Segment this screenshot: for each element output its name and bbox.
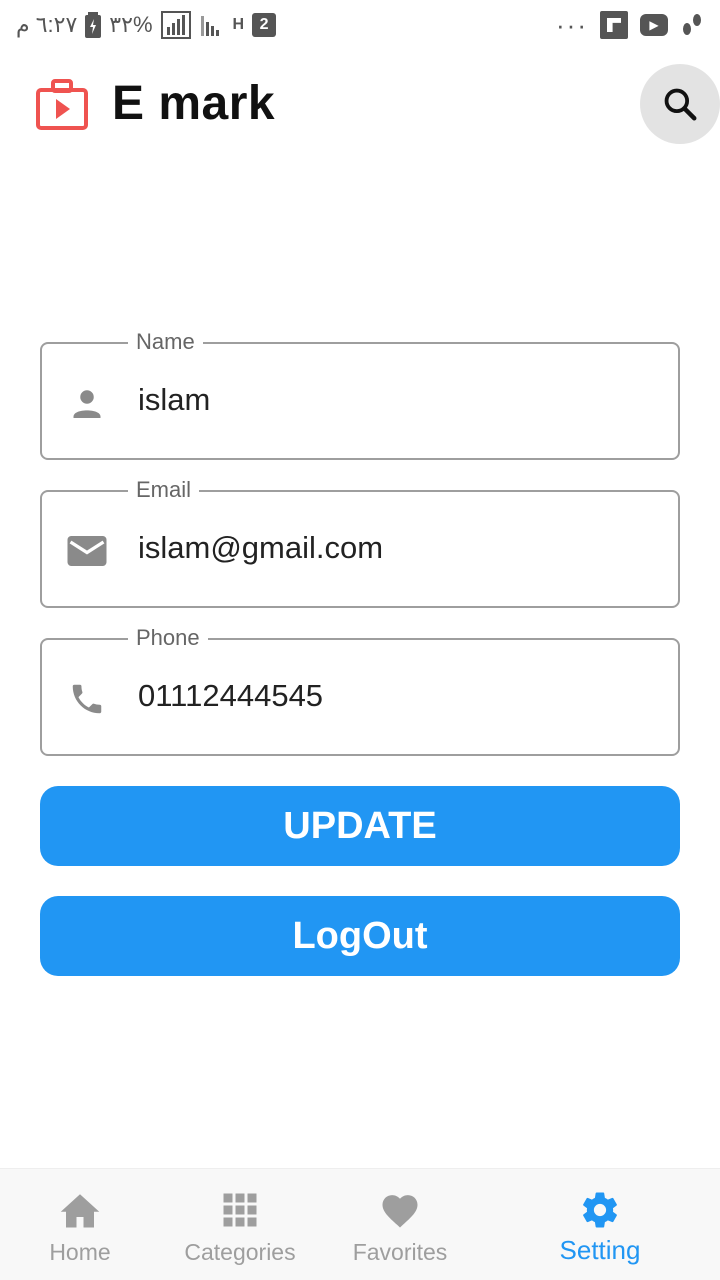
email-field[interactable]: Email islam@gmail.com	[40, 477, 680, 608]
app-logo-icon	[36, 79, 88, 130]
logout-button[interactable]: LogOut	[40, 896, 680, 976]
sim-badge: 2	[252, 13, 277, 37]
footsteps-icon	[683, 14, 701, 35]
nav-item-setting[interactable]: Setting	[520, 1169, 680, 1280]
nav-label-favorites: Favorites	[352, 1239, 448, 1265]
flipboard-icon	[600, 11, 628, 39]
name-label: Name	[128, 329, 203, 355]
phone-field[interactable]: Phone 01112444545	[40, 625, 680, 756]
update-button[interactable]: UPDATE	[40, 786, 680, 866]
search-button[interactable]	[640, 64, 720, 144]
phone-icon	[66, 678, 108, 720]
app-bar: E mark	[0, 56, 720, 152]
bottom-nav: Home Categories Favorites Setting	[0, 1168, 720, 1280]
nav-item-favorites[interactable]: Favorites	[320, 1169, 480, 1280]
nav-label-categories: Categories	[184, 1239, 296, 1265]
search-icon	[664, 88, 697, 121]
nav-label-setting: Setting	[559, 1235, 641, 1265]
clock: ٦:٢٧ م	[16, 12, 78, 37]
email-label: Email	[128, 477, 200, 503]
youtube-icon: ▶	[640, 14, 668, 36]
more-dots: ···	[556, 9, 588, 40]
phone-label: Phone	[128, 625, 208, 651]
network-type: H	[232, 16, 245, 33]
nav-label-home: Home	[49, 1239, 111, 1265]
battery-icon	[85, 12, 102, 38]
gear-icon	[579, 1189, 621, 1231]
grid-icon	[219, 1189, 261, 1231]
status-left: ٦:٢٧ م ٣٢% H 2	[16, 11, 277, 39]
home-icon	[59, 1189, 101, 1231]
nav-item-home[interactable]: Home	[0, 1169, 160, 1280]
name-input[interactable]: islam	[138, 382, 210, 418]
person-icon	[66, 382, 108, 424]
heart-icon	[379, 1189, 421, 1231]
phone-input[interactable]: 01112444545	[138, 678, 323, 714]
signal-weak-icon	[200, 16, 219, 36]
app-title: E mark	[112, 77, 276, 130]
settings-screen: ٦:٢٧ م ٣٢% H 2 ··· ▶ E mark Name islam E…	[0, 0, 720, 1280]
status-bar: ٦:٢٧ م ٣٢% H 2 ··· ▶	[0, 0, 720, 50]
nav-item-categories[interactable]: Categories	[160, 1169, 320, 1280]
status-right: ··· ▶	[556, 10, 704, 41]
mail-icon	[66, 530, 108, 572]
name-field[interactable]: Name islam	[40, 329, 680, 460]
email-input[interactable]: islam@gmail.com	[138, 530, 383, 566]
battery-percent: ٣٢%	[109, 12, 153, 37]
signal-icon	[160, 11, 191, 39]
